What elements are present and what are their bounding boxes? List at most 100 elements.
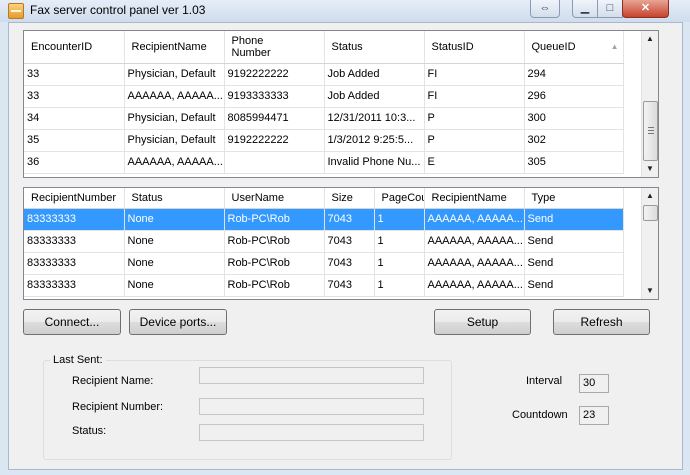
column-header[interactable]: PageCou <box>374 188 425 209</box>
table-cell[interactable]: Send <box>524 252 624 275</box>
table-row[interactable]: 83333333 None Rob-PC\Rob 7043 1 AAAAAA, AAAAA… <box>24 252 624 275</box>
queue-grid-scrollbar[interactable]: ▲ ▼ <box>641 31 658 177</box>
table-cell[interactable]: Send <box>524 230 624 253</box>
table-cell[interactable]: 7043 <box>324 208 375 231</box>
table-cell[interactable]: None <box>124 230 225 253</box>
table-cell[interactable]: 1 <box>374 252 425 275</box>
column-header[interactable]: Phone Number <box>224 31 325 64</box>
table-cell[interactable]: AAAAAA, AAAAA... <box>424 274 525 297</box>
table-cell[interactable]: 7043 <box>324 274 375 297</box>
table-row[interactable]: 34 Physician, Default 8085994471 12/31/2011… <box>24 107 624 130</box>
table-cell[interactable]: 83333333 <box>24 252 125 275</box>
column-header[interactable]: StatusID <box>424 31 525 64</box>
table-cell[interactable]: AAAAAA, AAAAA... <box>424 230 525 253</box>
table-cell[interactable]: Rob-PC\Rob <box>224 208 325 231</box>
table-row[interactable]: 83333333 None Rob-PC\Rob 7043 1 AAAAAA, AAAAA… <box>24 230 624 253</box>
table-cell[interactable]: Send <box>524 208 624 231</box>
table-cell[interactable]: Rob-PC\Rob <box>224 230 325 253</box>
column-header[interactable]: UserName <box>224 188 325 209</box>
interval-field[interactable]: 30 <box>579 374 609 393</box>
queue-grid[interactable]: EncounterID RecipientName Phone Number Stat… <box>23 30 659 178</box>
table-cell[interactable]: 7043 <box>324 230 375 253</box>
table-cell[interactable]: P <box>424 129 525 152</box>
table-cell[interactable]: Job Added <box>324 85 425 108</box>
table-cell[interactable]: 294 <box>524 63 624 86</box>
scroll-up-icon[interactable]: ▲ <box>642 31 658 47</box>
table-cell[interactable]: 1 <box>374 274 425 297</box>
table-cell[interactable]: 9192222222 <box>224 63 325 86</box>
table-cell[interactable]: Rob-PC\Rob <box>224 274 325 297</box>
sent-grid[interactable]: RecipientNumber Status UserName Size PageCou… <box>23 187 659 300</box>
swap-icon[interactable]: ⇔ <box>530 0 560 18</box>
table-cell[interactable]: 1/3/2012 9:25:5... <box>324 129 425 152</box>
scroll-thumb[interactable] <box>643 101 658 161</box>
table-cell[interactable]: Invalid Phone Nu... <box>324 151 425 174</box>
refresh-button[interactable]: Refresh <box>553 309 650 335</box>
column-header[interactable]: Status <box>324 31 425 64</box>
table-row[interactable]: 33 Physician, Default 9192222222 Job Added F… <box>24 63 624 86</box>
table-cell[interactable]: 296 <box>524 85 624 108</box>
table-cell[interactable]: 36 <box>24 151 125 174</box>
table-cell[interactable]: Physician, Default <box>124 129 225 152</box>
close-button[interactable]: ✕ <box>622 0 669 18</box>
table-cell[interactable]: 83333333 <box>24 208 125 231</box>
table-cell[interactable]: 300 <box>524 107 624 130</box>
column-header[interactable]: RecipientName <box>424 188 525 209</box>
table-cell[interactable]: E <box>424 151 525 174</box>
table-cell[interactable] <box>224 151 325 174</box>
table-cell[interactable]: 33 <box>24 85 125 108</box>
setup-button[interactable]: Setup <box>434 309 531 335</box>
table-cell[interactable]: None <box>124 208 225 231</box>
minimize-button[interactable]: ▁ <box>572 0 598 18</box>
table-cell[interactable]: Physician, Default <box>124 107 225 130</box>
table-cell[interactable]: 35 <box>24 129 125 152</box>
table-cell[interactable]: 8085994471 <box>224 107 325 130</box>
table-cell[interactable]: AAAAAA, AAAAA... <box>124 151 225 174</box>
table-row[interactable]: 83333333 None Rob-PC\Rob 7043 1 AAAAAA, AAAAA… <box>24 274 624 297</box>
scroll-thumb[interactable] <box>643 205 658 221</box>
table-cell[interactable]: P <box>424 107 525 130</box>
table-row[interactable]: 83333333 None Rob-PC\Rob 7043 1 AAAAAA, AAAAA… <box>24 208 624 231</box>
device-ports-button[interactable]: Device ports... <box>129 309 227 335</box>
table-cell[interactable]: 302 <box>524 129 624 152</box>
table-cell[interactable]: Physician, Default <box>124 63 225 86</box>
column-header[interactable]: Size <box>324 188 375 209</box>
table-cell[interactable]: 83333333 <box>24 274 125 297</box>
table-cell[interactable]: AAAAAA, AAAAA... <box>424 252 525 275</box>
table-cell[interactable]: Send <box>524 274 624 297</box>
column-header[interactable]: Status <box>124 188 225 209</box>
table-cell[interactable]: 83333333 <box>24 230 125 253</box>
column-header[interactable]: RecipientNumber <box>24 188 125 209</box>
table-cell[interactable]: 7043 <box>324 252 375 275</box>
table-cell[interactable]: 34 <box>24 107 125 130</box>
table-cell[interactable]: 9192222222 <box>224 129 325 152</box>
table-cell[interactable]: FI <box>424 85 525 108</box>
table-cell[interactable]: 33 <box>24 63 125 86</box>
table-cell[interactable]: 12/31/2011 10:3... <box>324 107 425 130</box>
table-cell[interactable]: Job Added <box>324 63 425 86</box>
table-cell[interactable]: 9193333333 <box>224 85 325 108</box>
maximize-button[interactable]: □ <box>597 0 623 18</box>
column-header[interactable]: QueueID ▲ <box>524 31 624 64</box>
table-cell[interactable]: 305 <box>524 151 624 174</box>
table-cell[interactable]: None <box>124 274 225 297</box>
scroll-down-icon[interactable]: ▼ <box>642 161 658 177</box>
column-header[interactable]: Type <box>524 188 624 209</box>
column-header[interactable]: RecipientName <box>124 31 225 64</box>
title-bar[interactable]: Fax server control panel ver 1.03 ⇔ ▁ □ … <box>0 0 690 22</box>
table-cell[interactable]: FI <box>424 63 525 86</box>
table-cell[interactable]: AAAAAA, AAAAA... <box>424 208 525 231</box>
connect-button[interactable]: Connect... <box>23 309 121 335</box>
scroll-down-icon[interactable]: ▼ <box>642 283 658 299</box>
column-header[interactable]: EncounterID <box>24 31 125 64</box>
table-cell[interactable]: Rob-PC\Rob <box>224 252 325 275</box>
table-row[interactable]: 35 Physician, Default 9192222222 1/3/2012 9… <box>24 129 624 152</box>
table-cell[interactable]: 1 <box>374 208 425 231</box>
table-row[interactable]: 33 AAAAAA, AAAAA... 9193333333 Job Added FI 2… <box>24 85 624 108</box>
table-cell[interactable]: 1 <box>374 230 425 253</box>
table-cell[interactable]: AAAAAA, AAAAA... <box>124 85 225 108</box>
table-cell[interactable]: None <box>124 252 225 275</box>
scroll-up-icon[interactable]: ▲ <box>642 188 658 204</box>
sent-grid-scrollbar[interactable]: ▲ ▼ <box>641 188 658 299</box>
table-row[interactable]: 36 AAAAAA, AAAAA... Invalid Phone Nu... E 30… <box>24 151 624 174</box>
